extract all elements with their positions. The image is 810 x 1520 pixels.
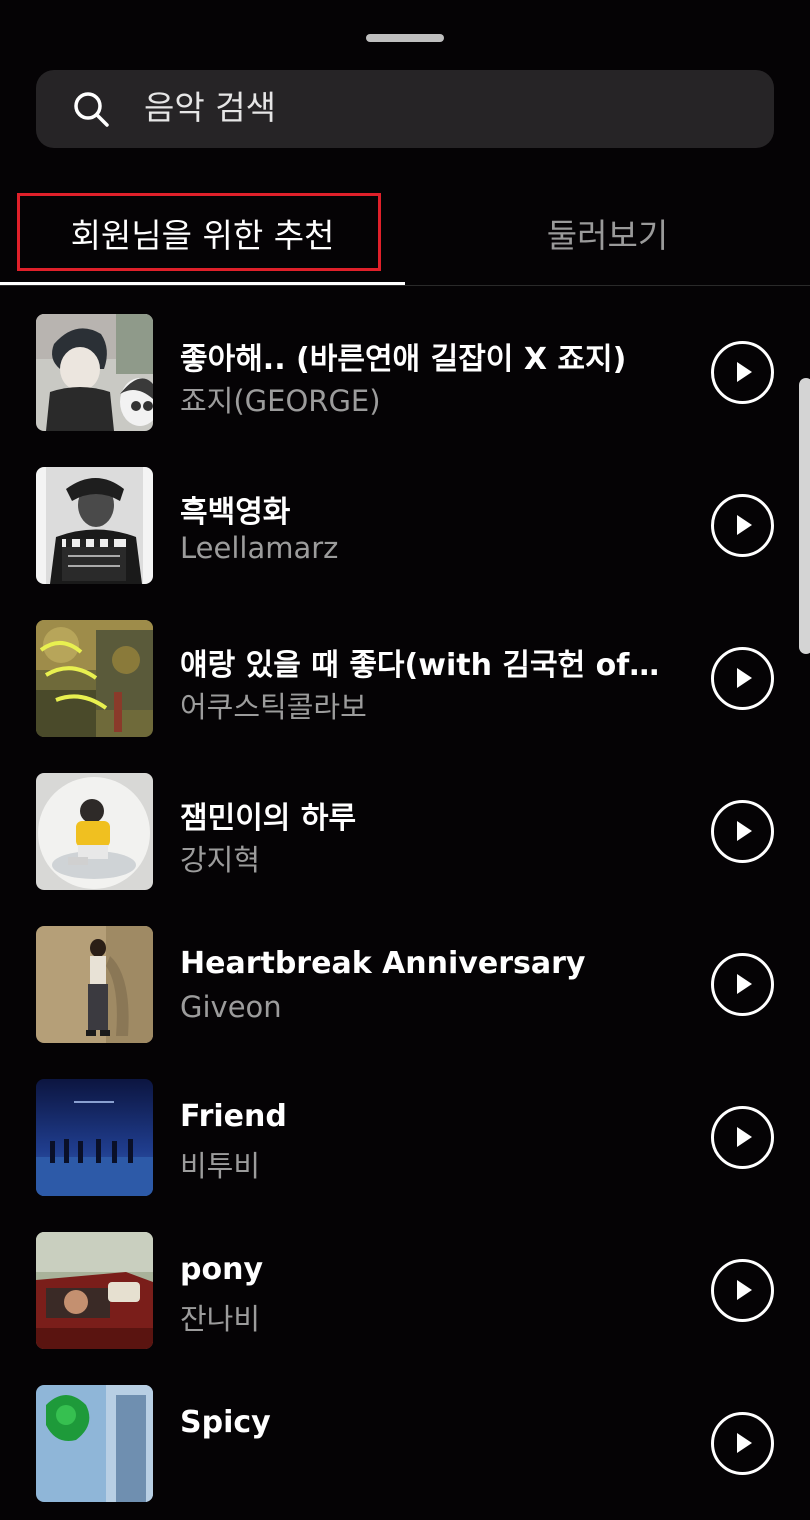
track-row[interactable]: pony 잔나비 <box>0 1214 810 1367</box>
play-button[interactable] <box>711 1106 774 1169</box>
track-row[interactable]: 잼민이의 하루 강지혁 <box>0 755 810 908</box>
track-artist: 잔나비 <box>180 1302 261 1336</box>
album-cover <box>36 467 153 584</box>
track-title: 흑백영화 <box>180 495 291 530</box>
play-icon <box>737 821 752 841</box>
tab-browse[interactable]: 둘러보기 <box>405 190 810 284</box>
track-title: Friend <box>180 1099 287 1134</box>
track-title: 잼민이의 하루 <box>180 801 357 836</box>
track-artist: Giveon <box>180 990 282 1024</box>
track-row[interactable]: Spicy <box>0 1367 810 1520</box>
tab-recommended[interactable]: 회원님을 위한 추천 <box>0 190 405 285</box>
play-button[interactable] <box>711 800 774 863</box>
play-icon <box>737 1433 752 1453</box>
track-title: Spicy <box>180 1405 271 1440</box>
search-icon <box>74 92 109 127</box>
play-button[interactable] <box>711 1412 774 1475</box>
play-button[interactable] <box>711 494 774 557</box>
tab-bar: 회원님을 위한 추천 둘러보기 <box>0 190 810 286</box>
play-button[interactable] <box>711 1259 774 1322</box>
play-button[interactable] <box>711 953 774 1016</box>
track-title: 좋아해.. (바른연애 길잡이 X 죠지) <box>180 342 627 377</box>
album-cover <box>36 620 153 737</box>
album-cover <box>36 1079 153 1196</box>
track-row[interactable]: 흑백영화 Leellamarz <box>0 449 810 602</box>
highlight-box <box>17 193 381 271</box>
play-icon <box>737 1280 752 1300</box>
track-artist: 강지혁 <box>180 843 261 877</box>
album-cover <box>36 1232 153 1349</box>
album-cover <box>36 1385 153 1502</box>
play-button[interactable] <box>711 341 774 404</box>
track-title: 얘랑 있을 때 좋다(with 김국헌 of 비… <box>180 648 660 683</box>
play-icon <box>737 1127 752 1147</box>
play-icon <box>737 668 752 688</box>
track-artist: 비투비 <box>180 1149 261 1183</box>
play-icon <box>737 974 752 994</box>
track-row[interactable]: 얘랑 있을 때 좋다(with 김국헌 of 비… 어쿠스틱콜라보 <box>0 602 810 755</box>
track-artist: 어쿠스틱콜라보 <box>180 690 367 724</box>
play-icon <box>737 362 752 382</box>
play-button[interactable] <box>711 647 774 710</box>
album-cover <box>36 773 153 890</box>
track-row[interactable]: 좋아해.. (바른연애 길잡이 X 죠지) 죠지(GEORGE) <box>0 296 810 449</box>
search-input[interactable]: 음악 검색 <box>144 86 704 130</box>
track-title: pony <box>180 1252 263 1287</box>
track-row[interactable]: Heartbreak Anniversary Giveon <box>0 908 810 1061</box>
track-row[interactable]: Friend 비투비 <box>0 1061 810 1214</box>
active-tab-indicator <box>0 282 405 285</box>
track-artist: 죠지(GEORGE) <box>180 384 381 418</box>
album-cover <box>36 314 153 431</box>
tab-browse-label: 둘러보기 <box>546 216 669 255</box>
sheet-drag-handle[interactable] <box>366 34 444 42</box>
play-icon <box>737 515 752 535</box>
track-artist: Leellamarz <box>180 531 339 565</box>
track-title: Heartbreak Anniversary <box>180 946 586 981</box>
album-cover <box>36 926 153 1043</box>
